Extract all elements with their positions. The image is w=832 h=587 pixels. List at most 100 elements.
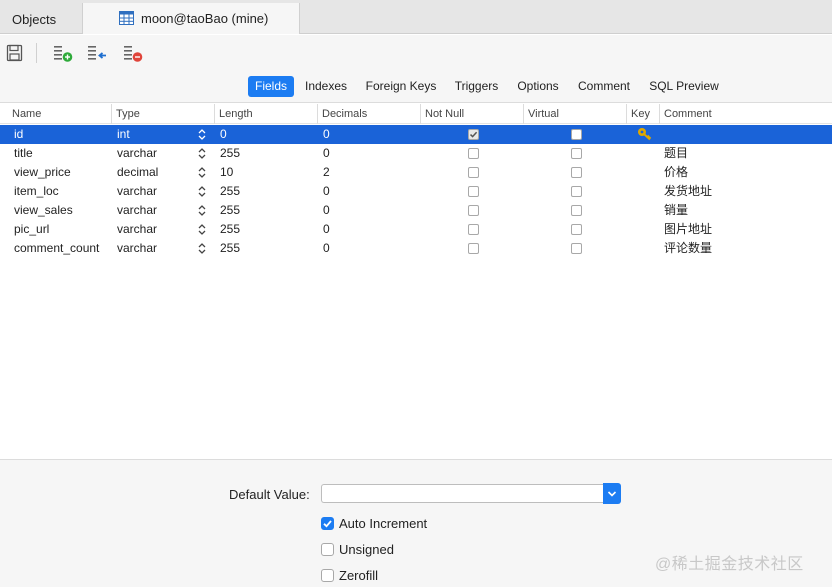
- field-length-cell[interactable]: 10: [220, 163, 233, 182]
- field-type-cell[interactable]: decimal: [117, 163, 158, 182]
- table-row[interactable]: item_loc varchar 255 0 发货地址: [0, 182, 832, 201]
- not-null-checkbox[interactable]: [468, 186, 479, 197]
- column-header-key[interactable]: Key: [627, 104, 660, 124]
- field-name-cell[interactable]: item_loc: [14, 182, 59, 201]
- field-name-cell[interactable]: pic_url: [14, 220, 49, 239]
- tab-objects[interactable]: Objects: [0, 4, 82, 34]
- field-comment-cell[interactable]: 销量: [664, 201, 688, 220]
- field-length-cell[interactable]: 255: [220, 239, 240, 258]
- save-icon[interactable]: [5, 43, 27, 63]
- field-decimals-cell[interactable]: 0: [323, 201, 330, 220]
- field-type-cell[interactable]: int: [117, 125, 130, 144]
- tab-fields[interactable]: Fields: [248, 76, 294, 97]
- type-stepper-icon[interactable]: [197, 241, 207, 256]
- auto-increment-check-icon: [321, 516, 334, 530]
- table-row[interactable]: view_price decimal 10 2 价格: [0, 163, 832, 182]
- type-stepper-icon[interactable]: [197, 165, 207, 180]
- table-icon: [119, 11, 134, 25]
- virtual-checkbox[interactable]: [571, 243, 582, 254]
- type-stepper-icon[interactable]: [197, 222, 207, 237]
- field-name-cell[interactable]: view_sales: [14, 201, 73, 220]
- column-header-name[interactable]: Name: [8, 104, 112, 124]
- zerofill-checkbox[interactable]: Zerofill: [321, 567, 378, 583]
- table-row[interactable]: id int 0 0: [0, 125, 832, 144]
- table-row[interactable]: comment_count varchar 255 0 评论数量: [0, 239, 832, 258]
- field-comment-cell[interactable]: 题目: [664, 144, 688, 163]
- not-null-checkbox[interactable]: [468, 148, 479, 159]
- zerofill-box: [321, 568, 334, 582]
- zerofill-label: Zerofill: [339, 567, 379, 583]
- section-tabs: Fields Indexes Foreign Keys Triggers Opt…: [0, 71, 832, 103]
- table-row[interactable]: pic_url varchar 255 0 图片地址: [0, 220, 832, 239]
- not-null-checkbox[interactable]: [468, 224, 479, 235]
- not-null-checkbox[interactable]: [468, 167, 479, 178]
- not-null-checkbox[interactable]: [468, 129, 479, 140]
- field-length-cell[interactable]: 255: [220, 201, 240, 220]
- tab-sql-preview[interactable]: SQL Preview: [644, 76, 724, 97]
- add-field-icon[interactable]: [52, 43, 74, 63]
- tab-indexes-label: Indexes: [304, 79, 348, 93]
- tab-table-label: moon@taoBao (mine): [141, 11, 269, 26]
- column-header-length[interactable]: Length: [215, 104, 318, 124]
- tab-comment[interactable]: Comment: [572, 76, 636, 97]
- tab-fields-label: Fields: [254, 79, 287, 93]
- virtual-checkbox[interactable]: [571, 148, 582, 159]
- field-length-cell[interactable]: 0: [220, 125, 227, 144]
- field-type-cell[interactable]: varchar: [117, 201, 157, 220]
- field-decimals-cell[interactable]: 0: [323, 182, 330, 201]
- field-decimals-cell[interactable]: 0: [323, 220, 330, 239]
- tab-options[interactable]: Options: [512, 76, 564, 97]
- field-decimals-cell[interactable]: 2: [323, 163, 330, 182]
- type-stepper-icon[interactable]: [197, 203, 207, 218]
- field-type-cell[interactable]: varchar: [117, 239, 157, 258]
- virtual-checkbox[interactable]: [571, 205, 582, 216]
- table-row[interactable]: view_sales varchar 255 0 销量: [0, 201, 832, 220]
- default-value-dropdown-button[interactable]: [603, 483, 621, 504]
- field-name-cell[interactable]: id: [14, 125, 23, 144]
- table-row[interactable]: title varchar 255 0 题目: [0, 144, 832, 163]
- field-type-cell[interactable]: varchar: [117, 220, 157, 239]
- auto-increment-checkbox[interactable]: Auto Increment: [321, 515, 427, 531]
- type-stepper-icon[interactable]: [197, 127, 207, 142]
- field-comment-cell[interactable]: 图片地址: [664, 220, 712, 239]
- virtual-checkbox[interactable]: [571, 224, 582, 235]
- unsigned-checkbox[interactable]: Unsigned: [321, 541, 394, 557]
- column-header-comment[interactable]: Comment: [660, 104, 832, 124]
- field-name-cell[interactable]: view_price: [14, 163, 71, 182]
- type-stepper-icon[interactable]: [197, 146, 207, 161]
- virtual-checkbox[interactable]: [571, 129, 582, 140]
- field-name-cell[interactable]: title: [14, 144, 33, 163]
- tab-table-design[interactable]: moon@taoBao (mine): [82, 3, 300, 34]
- field-comment-cell[interactable]: 发货地址: [664, 182, 712, 201]
- virtual-checkbox[interactable]: [571, 186, 582, 197]
- virtual-checkbox[interactable]: [571, 167, 582, 178]
- tab-foreign-keys[interactable]: Foreign Keys: [360, 76, 442, 97]
- field-type-cell[interactable]: varchar: [117, 144, 157, 163]
- column-header-not-null[interactable]: Not Null: [421, 104, 524, 124]
- field-type-cell[interactable]: varchar: [117, 182, 157, 201]
- field-decimals-cell[interactable]: 0: [323, 125, 330, 144]
- not-null-checkbox[interactable]: [468, 243, 479, 254]
- field-length-cell[interactable]: 255: [220, 220, 240, 239]
- column-header-type[interactable]: Type: [112, 104, 215, 124]
- field-length-cell[interactable]: 255: [220, 144, 240, 163]
- tab-sql-preview-label: SQL Preview: [649, 79, 719, 93]
- field-decimals-cell[interactable]: 0: [323, 144, 330, 163]
- unsigned-box: [321, 542, 334, 556]
- column-header-virtual[interactable]: Virtual: [524, 104, 627, 124]
- field-name-cell[interactable]: comment_count: [14, 239, 99, 258]
- field-decimals-cell[interactable]: 0: [323, 239, 330, 258]
- tab-indexes[interactable]: Indexes: [300, 76, 352, 97]
- watermark: @稀土掘金技术社区: [655, 556, 804, 573]
- delete-field-icon[interactable]: [122, 43, 144, 63]
- not-null-checkbox[interactable]: [468, 205, 479, 216]
- insert-field-icon[interactable]: [86, 43, 108, 63]
- default-value-input[interactable]: [321, 484, 605, 503]
- field-length-cell[interactable]: 255: [220, 182, 240, 201]
- tab-triggers[interactable]: Triggers: [449, 76, 504, 97]
- column-header-decimals[interactable]: Decimals: [318, 104, 421, 124]
- default-value-label: Default Value:: [229, 487, 310, 502]
- field-comment-cell[interactable]: 评论数量: [664, 239, 712, 258]
- field-comment-cell[interactable]: 价格: [664, 163, 688, 182]
- type-stepper-icon[interactable]: [197, 184, 207, 199]
